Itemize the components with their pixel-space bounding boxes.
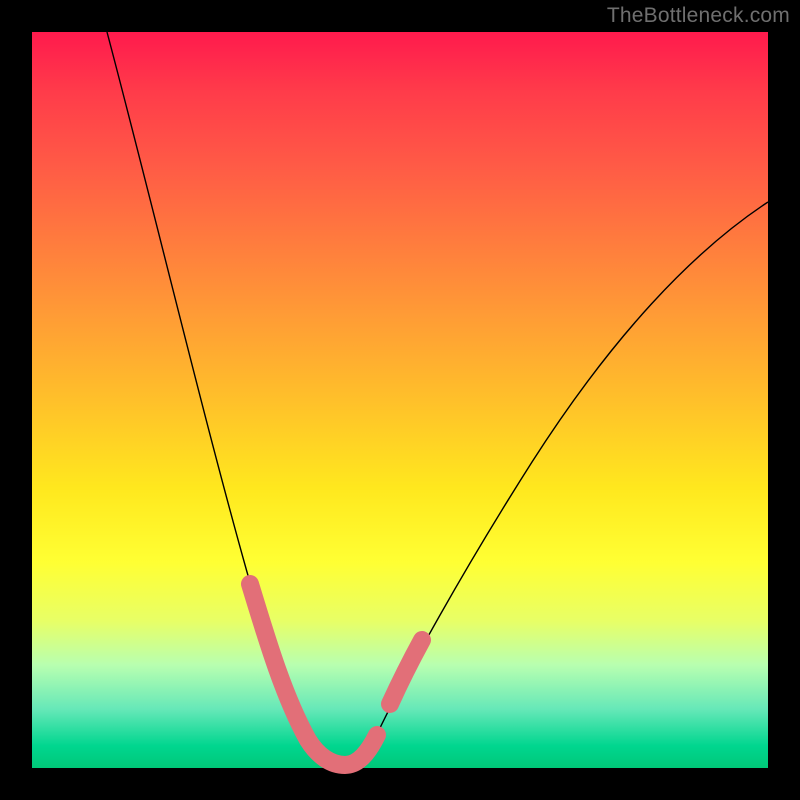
trough-marker-left — [250, 584, 377, 765]
watermark-text: TheBottleneck.com — [607, 4, 790, 28]
chart-frame: TheBottleneck.com — [0, 0, 800, 800]
bottleneck-curve — [107, 32, 768, 764]
plot-area — [32, 32, 768, 768]
curve-layer — [32, 32, 768, 768]
trough-marker-right — [390, 640, 422, 704]
